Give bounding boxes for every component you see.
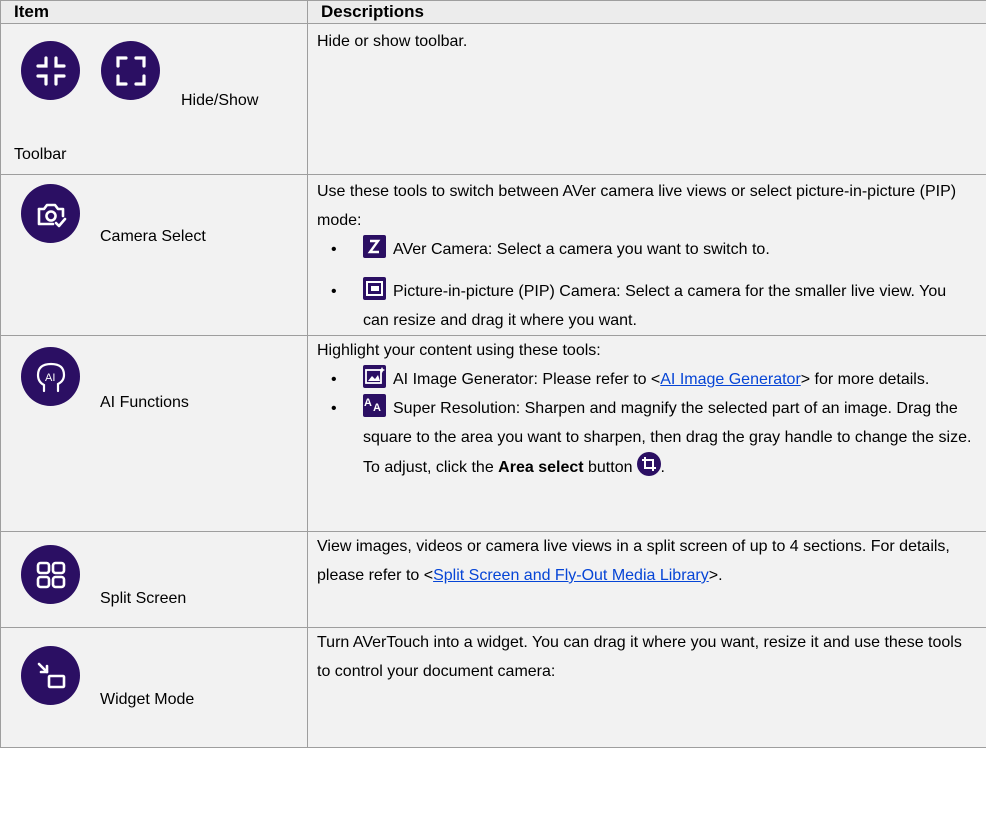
table-row: AI AI Functions Highlight your content u…: [0, 335, 986, 532]
desc-cell: Highlight your content using these tools…: [307, 335, 986, 532]
list-item: • A A Super Resolution: Sharpen and magnif…: [317, 394, 976, 482]
bullet-text: AVer Camera: Select a camera you want to…: [393, 241, 770, 258]
desc-cell: View images, videos or camera live views…: [307, 531, 986, 628]
list-item: • AI Image Generator: Please refer to <A…: [317, 365, 976, 394]
split-grid-icon: [21, 545, 80, 604]
area-select-label: Area select: [498, 459, 584, 476]
desc-cell: Turn AVerTouch into a widget. You can dr…: [307, 627, 986, 748]
row-description: Use these tools to switch between AVer c…: [317, 183, 957, 229]
bullet: •: [331, 371, 337, 388]
camera-check-icon: [21, 184, 80, 243]
crop-icon: [636, 452, 661, 476]
bullet: •: [331, 283, 337, 300]
row-description: Highlight your content using these tools…: [317, 342, 601, 359]
item-cell: AI AI Functions: [0, 335, 308, 532]
collapse-corners-icon: [21, 41, 80, 100]
row-description-end: >.: [708, 567, 723, 584]
item-label: AI Functions: [100, 394, 189, 411]
item-cell: Split Screen: [0, 531, 308, 628]
row-description: Turn AVerTouch into a widget. You can dr…: [317, 634, 962, 680]
item-label: Hide/Show: [181, 92, 259, 109]
item-cell: Hide/Show Toolbar: [0, 23, 308, 175]
list-item: • Picture-in-picture (PIP) Camera: Selec…: [317, 277, 976, 335]
list-item: • AVer Camera: Select a camera you want …: [317, 235, 976, 264]
svg-text:A: A: [373, 402, 381, 414]
item-cell: Widget Mode: [0, 627, 308, 748]
item-label: Widget Mode: [100, 691, 195, 708]
bullet-text: AI Image Generator: Please refer to <: [393, 371, 661, 388]
pip-icon: [363, 277, 386, 300]
expand-corners-icon: [101, 41, 160, 100]
super-resolution-icon: AA: [363, 394, 386, 417]
table-row: Camera Select Use these tools to switch …: [0, 174, 986, 336]
item-label-continued: Toolbar: [14, 146, 67, 163]
desc-cell: Hide or show toolbar.: [307, 23, 986, 175]
bullet: •: [331, 400, 337, 417]
bullet-text: > for more details.: [800, 371, 930, 388]
desc-cell: Use these tools to switch between AVer c…: [307, 174, 986, 336]
bullet-text: button: [583, 459, 633, 476]
bullet-text: Picture-in-picture (PIP) Camera: Select …: [363, 283, 947, 329]
item-cell: Camera Select: [0, 174, 308, 336]
bullet-text: Super Resolution: Sharpen and magnify th…: [363, 400, 972, 476]
link-split-screen[interactable]: Split Screen and Fly-Out Media Library: [433, 567, 709, 584]
table-row: Hide/Show Toolbar Hide or show toolbar.: [0, 23, 986, 175]
header-item: Item: [0, 0, 308, 24]
image-sparkle-icon: [363, 365, 386, 388]
ai-head-icon: AI: [21, 347, 80, 406]
item-label: Split Screen: [100, 590, 187, 607]
widget-arrow-icon: [21, 646, 80, 705]
row-description: Hide or show toolbar.: [317, 33, 468, 50]
item-label: Camera Select: [100, 228, 206, 245]
svg-text:AI: AI: [45, 372, 55, 384]
camera-two-icon: [363, 235, 386, 258]
table-row: Split Screen View images, videos or came…: [0, 531, 986, 628]
svg-text:A: A: [364, 397, 372, 409]
bullet-text: .: [660, 459, 665, 476]
header-descriptions: Descriptions: [307, 0, 986, 24]
link-ai-image-generator[interactable]: AI Image Generator: [660, 371, 801, 388]
table-row: Widget Mode Turn AVerTouch into a widget…: [0, 627, 986, 748]
bullet: •: [331, 241, 337, 258]
feature-table: Item Descriptions Hide/Show Toolbar Hide…: [0, 0, 986, 748]
